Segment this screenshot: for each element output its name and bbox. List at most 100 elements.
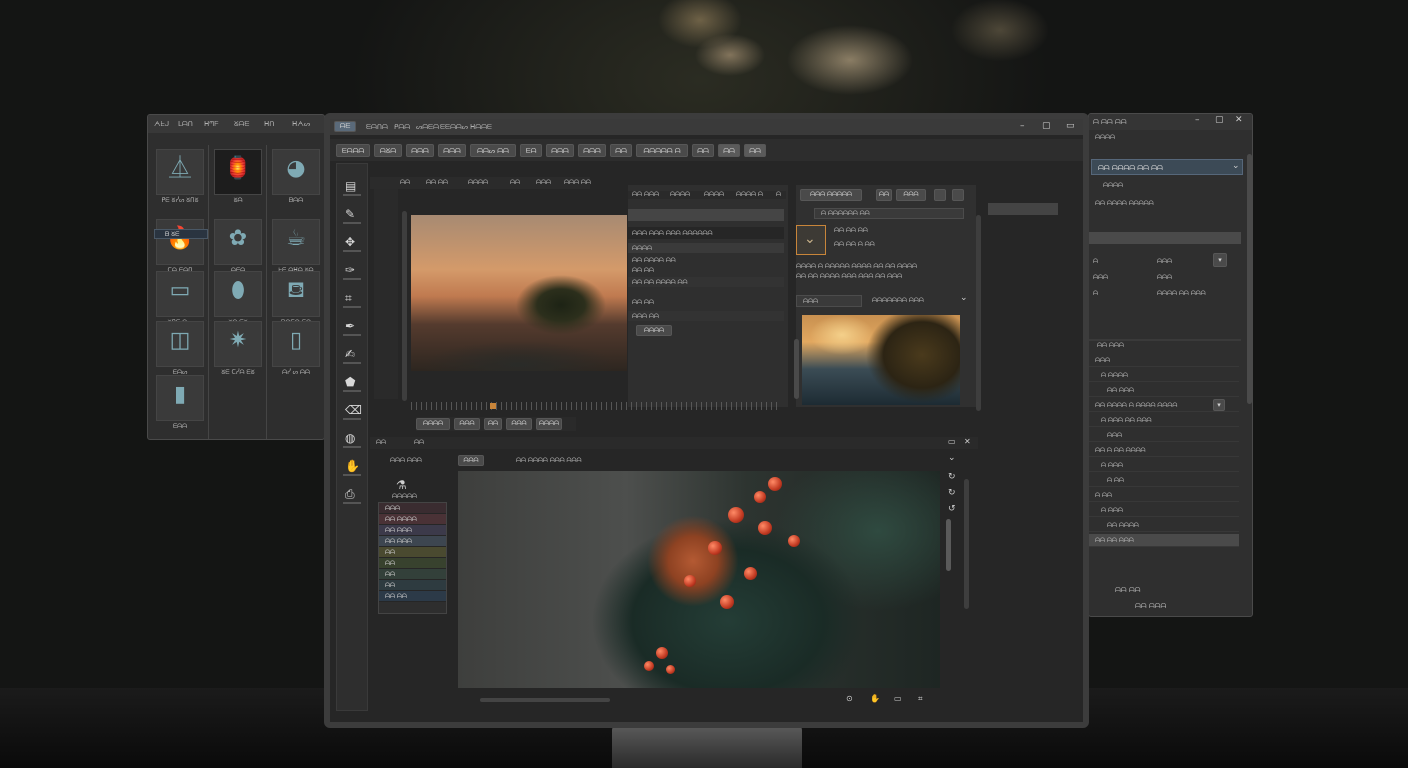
hand-icon[interactable]: ✋ [345, 460, 360, 472]
adjust-select[interactable]: ᗩᗩᗩ [796, 295, 862, 307]
tree-item[interactable]: ᗩ ᗩᗩᗩ ᗩᗩ ᗩᗩᗩ [1089, 414, 1239, 427]
horizontal-scrollbar[interactable] [480, 698, 610, 702]
toolbar-item[interactable]: ᗩᗩᗩ ᗩᗩ [564, 179, 591, 187]
brush-icon[interactable]: ⚗ [396, 479, 407, 491]
menu-item[interactable]: ᗴᗴᗩᗩᔕ [440, 123, 468, 132]
close-icon[interactable]: ▭ [1066, 122, 1075, 131]
toolbar-item[interactable]: ᗩᗩ [510, 179, 520, 187]
toolbar-item[interactable]: ᗩᗩ ᗩᗩ [426, 179, 448, 187]
asset-thumbnail[interactable]: 🔥 [156, 219, 204, 265]
menu-item[interactable]: ᔕᗩᗴᗩ [416, 123, 439, 132]
timeline-ruler[interactable] [411, 402, 781, 410]
selected-asset-field[interactable]: ᗷ ᘜᗴ [154, 229, 208, 239]
lower-scrollbar-outer[interactable] [964, 479, 969, 609]
bottom-tab-3[interactable]: ᗩᗩᗩ [506, 418, 532, 430]
layer-row[interactable]: ᗩᗩ [379, 547, 446, 558]
menu-item[interactable]: ᕼᗅᔕ [292, 120, 310, 129]
toolbar-item[interactable]: ᗩᗩ [400, 179, 410, 187]
close-icon[interactable]: ✕ [1235, 116, 1243, 125]
asset-thumbnail[interactable]: ✷ [214, 321, 262, 367]
frame-icon[interactable]: ▭ [894, 695, 902, 703]
tab-0[interactable]: ᗴᗩᗩᗩ [336, 144, 370, 157]
property-tab[interactable]: ᗩᗩᗩᗩ ᗩ [736, 191, 763, 199]
tab-7[interactable]: ᗩᗩᗩ [578, 144, 606, 157]
maximize-icon[interactable]: ▢ [1215, 116, 1224, 125]
hand-icon[interactable]: ✋ [870, 695, 880, 703]
sunset-photo[interactable] [411, 215, 627, 371]
shape-icon[interactable]: ⬟ [345, 376, 355, 388]
tree-item[interactable]: ᗩ ᗩᗩᗩ [1089, 459, 1239, 472]
adjust-small-button[interactable]: ᗩᗩ [876, 189, 892, 201]
eyedropper-icon[interactable]: ✑ [345, 264, 355, 276]
asset-thumbnail[interactable]: ◫ [156, 321, 204, 367]
tab-11[interactable]: ᗩᗩ [718, 144, 740, 157]
layer-row[interactable]: ᗩᗩᗩ [379, 503, 446, 514]
lower-tab[interactable]: ᗩᗩᗩ [458, 455, 484, 466]
menu-item[interactable]: ᗅᖶᒍ [154, 120, 169, 129]
section-header[interactable] [1089, 232, 1241, 244]
apply-button[interactable]: ᗩᗩᗩᗩ [636, 325, 672, 336]
tree-item[interactable]: ᗩᗩ ᗩᗩ ᗩᗩᗩ [1089, 534, 1239, 547]
tab-9[interactable]: ᗩᗩᗩᗩᗩ ᗩ [636, 144, 688, 157]
zoom-icon[interactable]: ⊙ [846, 695, 853, 703]
properties-scrollbar[interactable] [1247, 154, 1252, 404]
property-tab[interactable]: ᗩ [776, 191, 781, 199]
tree-item[interactable]: ᗩ ᗩᗩ [1089, 474, 1239, 487]
property-tab[interactable]: ᗩᗩ [632, 191, 642, 199]
asset-thumbnail[interactable]: ◕ [272, 149, 320, 195]
menu-item[interactable]: ᑭᗩᗩ [394, 123, 410, 132]
move-icon[interactable]: ✥ [345, 236, 355, 248]
layer-row[interactable]: ᗩᗩ [379, 580, 446, 591]
menu-item[interactable]: ᘜᗩᗴ [234, 120, 249, 129]
tree-item[interactable]: ᗩᗩ ᗩᗩᗩᗩ ᗩ ᗩᗩᗩᗩ ᗩᗩᗩᗩ ▾ [1089, 399, 1239, 412]
camera-icon[interactable]: ⎙ [345, 488, 355, 500]
adjust-small-button[interactable]: ᗩᗩᗩ [896, 189, 926, 201]
playhead-marker[interactable] [490, 403, 496, 409]
adjust-icon-button[interactable] [934, 189, 946, 201]
asset-thumbnail[interactable]: ☕ [272, 219, 320, 265]
bottom-tab-4[interactable]: ᗩᗩᗩᗩ [536, 418, 562, 430]
close-icon[interactable]: ✕ [964, 438, 971, 446]
layer-row[interactable]: ᗩᗩ ᗩᗩᗩ [379, 536, 446, 547]
adjust-tab-button[interactable]: ᗩᗩᗩ ᗩᗩᗩᗩᗩ [800, 189, 862, 201]
tree-item[interactable]: ᗩᗩᗩ [1089, 354, 1239, 367]
bottom-tab-2[interactable]: ᗩᗩ [484, 418, 502, 430]
tree-item[interactable]: ᗩᗩᗩ [1089, 429, 1239, 442]
minimize-icon[interactable]: – [1195, 116, 1200, 125]
asset-thumbnail[interactable]: ✿ [214, 219, 262, 265]
canvas-scrollbar[interactable] [402, 211, 407, 401]
chevron-down-icon[interactable]: ⌄ [960, 294, 968, 303]
layer-row[interactable]: ᗩᗩ ᗩᗩᗩ [379, 525, 446, 536]
tab-10[interactable]: ᗩᗩ [692, 144, 714, 157]
side-field[interactable] [988, 203, 1058, 215]
minimize-icon[interactable]: – [1020, 122, 1025, 131]
brush-icon[interactable]: ✎ [345, 208, 355, 220]
layers-icon[interactable]: ▤ [345, 180, 356, 192]
tree-item[interactable]: ᗩᗩ ᗩᗩᗩᗩ [1089, 519, 1239, 532]
preview-scrollbar[interactable] [794, 339, 799, 399]
tab-4[interactable]: ᗩᗩᔕ ᗩᗩ [470, 144, 516, 157]
menu-item[interactable]: ᒪᗩᑎ [178, 120, 193, 129]
tab-8[interactable]: ᗩᗩ [610, 144, 632, 157]
tab-2[interactable]: ᗩᗩᗩ [406, 144, 434, 157]
menu-item[interactable]: ᗴᗩᑎᗩ [366, 123, 388, 132]
asset-thumbnail[interactable]: ⬮ [214, 271, 262, 317]
crop-icon[interactable]: ⌗ [918, 695, 923, 703]
tree-item[interactable]: ᗩ ᗩᗩᗩᗩ [1089, 369, 1239, 382]
pen-icon[interactable]: ✒ [345, 320, 355, 332]
adjust-icon-button[interactable] [952, 189, 964, 201]
crop-icon[interactable]: ⌗ [345, 292, 352, 304]
tab-1[interactable]: ᗩᘜᗩ [374, 144, 402, 157]
property-tab[interactable]: ᗩᗩᗩᗩ [670, 191, 690, 199]
chevron-down-icon[interactable]: ⌄ [948, 454, 956, 463]
globe-icon[interactable]: ◍ [345, 432, 355, 444]
rotate-icon[interactable]: ↻ [948, 473, 956, 482]
lock-toggle[interactable]: ▾ [1213, 253, 1227, 267]
preset-thumb[interactable]: ⌄ [796, 225, 826, 255]
asset-thumbnail[interactable]: ▭ [156, 271, 204, 317]
property-tab[interactable]: ᗩᗩᗩ [644, 191, 659, 199]
property-field[interactable]: ᗩᗩᗩ ᗩᗩ [628, 311, 784, 321]
expand-icon[interactable]: ▭ [948, 438, 956, 446]
undo-icon[interactable]: ↺ [948, 505, 956, 514]
eraser-icon[interactable]: ⌫ [345, 404, 362, 416]
